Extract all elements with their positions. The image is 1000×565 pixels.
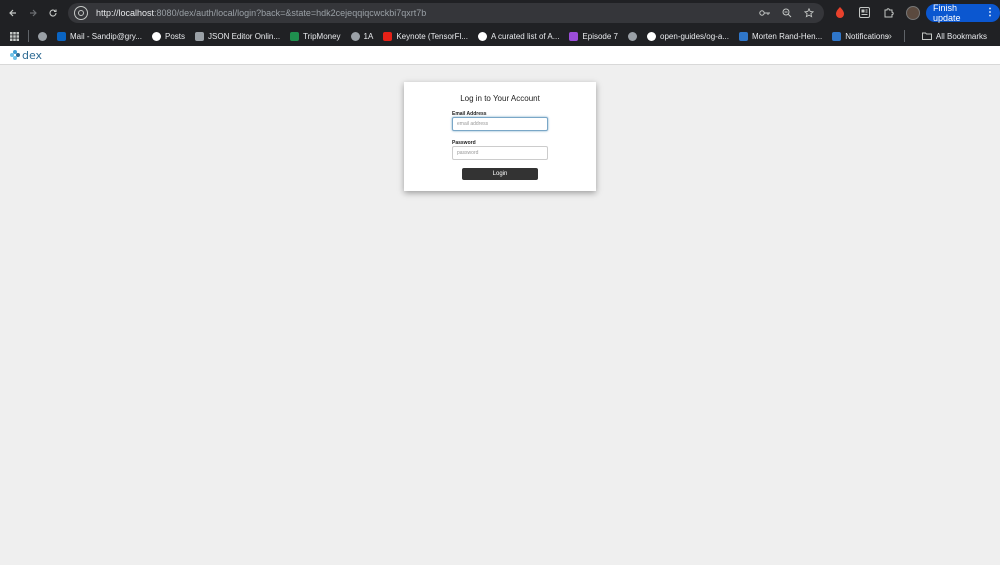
menu-kebab-icon[interactable]: ⋮ (985, 7, 995, 18)
url-path: :8080/dex/auth/local/login?back=&state=h… (154, 8, 427, 18)
extension-red-icon[interactable] (832, 4, 848, 20)
site-info-icon[interactable] (74, 6, 88, 20)
extension-window-icon[interactable] (856, 4, 872, 20)
bookmark-item[interactable]: Notifications (827, 31, 894, 41)
password-key-icon[interactable] (758, 6, 772, 20)
bookmark-star-icon[interactable] (802, 6, 816, 20)
finish-update-button[interactable]: Finish update ⋮ (926, 3, 1000, 23)
email-field[interactable]: email address (452, 117, 548, 131)
reload-icon[interactable] (43, 3, 63, 23)
bookmark-label: 1A (363, 31, 374, 41)
apps-grid-icon[interactable] (0, 31, 24, 41)
all-bookmarks-button[interactable]: All Bookmarks (917, 32, 992, 41)
bookmark-label: Keynote (TensorFl... (396, 31, 468, 41)
bookmark-item[interactable]: JSON Editor Onlin... (190, 31, 285, 41)
github-icon (477, 31, 487, 41)
browser-toolbar: http://localhost:8080/dex/auth/local/log… (0, 0, 1000, 26)
bookmark-label: Notifications (845, 31, 889, 41)
password-field[interactable]: password (452, 146, 548, 160)
bookmark-item[interactable]: Mail - Sandip@gry... (52, 31, 147, 41)
zoom-icon[interactable] (780, 6, 794, 20)
youtube-icon (383, 31, 393, 41)
dex-logo[interactable]: dex (10, 49, 42, 62)
linkedin-icon (832, 31, 842, 41)
video-icon (738, 31, 748, 41)
bookmark-label: Mail - Sandip@gry... (70, 31, 142, 41)
bookmark-label: A curated list of A... (490, 31, 560, 41)
play-icon (569, 31, 579, 41)
dex-logo-icon (10, 50, 20, 60)
bookmark-label: Episode 7 (582, 31, 619, 41)
outlook-icon (57, 31, 66, 41)
profile-avatar-icon[interactable] (906, 6, 920, 20)
folder-icon (921, 32, 932, 40)
password-placeholder: password (457, 150, 479, 156)
all-bookmarks-label: All Bookmarks (935, 31, 987, 41)
bookmark-item[interactable] (33, 31, 52, 41)
bookmarks-divider-right (903, 30, 905, 42)
bookmarks-divider (28, 30, 29, 42)
bookmark-item[interactable]: Posts (147, 31, 190, 41)
finish-update-label: Finish update (933, 3, 961, 23)
url-host: http://localhost (96, 8, 155, 18)
globe-icon (38, 31, 47, 41)
globe-icon (350, 31, 360, 41)
url-text[interactable]: http://localhost:8080/dex/auth/local/log… (96, 8, 426, 18)
bookmark-item[interactable]: Keynote (TensorFl... (378, 31, 473, 41)
bookmark-item[interactable]: open-guides/og-a... (642, 31, 734, 41)
globe-icon (628, 31, 638, 41)
login-button[interactable]: Login (462, 168, 538, 180)
page-header: dex (0, 46, 1000, 65)
forward-icon[interactable] (23, 3, 43, 23)
tripmoney-icon (290, 31, 300, 41)
bookmark-item[interactable]: 1A (346, 31, 379, 41)
bookmark-list: Mail - Sandip@gry... Posts JSON Editor Onl… (33, 31, 894, 41)
circle-icon (152, 31, 161, 41)
email-placeholder: email address (457, 121, 489, 127)
bookmark-label: Morten Rand-Hen... (751, 31, 823, 41)
bookmark-item[interactable]: A curated list of A... (473, 31, 564, 41)
logo-text: dex (22, 48, 43, 62)
back-icon[interactable] (3, 3, 23, 23)
bookmark-item[interactable]: TripMoney (285, 31, 346, 41)
bookmarks-more-icon[interactable]: » (886, 31, 892, 42)
bookmark-item[interactable]: Morten Rand-Hen... (734, 31, 827, 41)
bookmark-item[interactable] (623, 31, 642, 41)
address-bar[interactable]: http://localhost:8080/dex/auth/local/log… (68, 3, 824, 23)
bookmark-label: Posts (165, 31, 186, 41)
bookmark-label: TripMoney (303, 31, 341, 41)
extensions-puzzle-icon[interactable] (880, 4, 896, 20)
bookmark-item[interactable]: Episode 7 (564, 31, 623, 41)
bookmark-label: JSON Editor Onlin... (208, 31, 281, 41)
page-title: Log in to Your Account (460, 94, 540, 103)
github-icon (647, 31, 657, 41)
braces-icon (195, 31, 205, 41)
bookmark-label: open-guides/og-a... (660, 31, 729, 41)
login-card: Log in to Your Account Email Address ema… (404, 82, 596, 191)
bookmarks-bar: Mail - Sandip@gry... Posts JSON Editor Onl… (0, 26, 1000, 46)
